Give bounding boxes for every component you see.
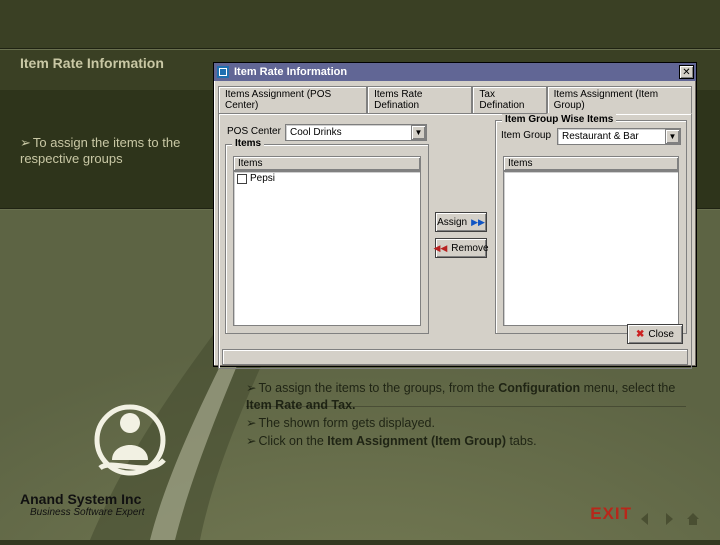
item-group-combo[interactable]: Restaurant & Bar ▼ — [557, 128, 681, 145]
item-rate-dialog: Item Rate Information ✕ Items Assignment… — [213, 62, 697, 367]
home-icon[interactable] — [684, 510, 702, 528]
remove-button[interactable]: ◀◀ Remove — [435, 238, 487, 258]
arrow-right-icon: ▶▶ — [471, 217, 485, 228]
item-group-label: Item Group — [501, 130, 551, 141]
chevron-down-icon: ▼ — [665, 129, 680, 144]
right-list-header[interactable]: Items — [503, 156, 679, 171]
left-list-header[interactable]: Items — [233, 156, 421, 171]
group-item-group-title: Item Group Wise Items — [502, 114, 616, 125]
next-slide-icon[interactable] — [660, 510, 678, 528]
group-items-title: Items — [232, 138, 264, 149]
close-icon[interactable]: ✕ — [679, 65, 694, 79]
arrow-left-icon: ◀◀ — [433, 243, 447, 254]
tab-strip: Items Assignment (POS Center) Items Rate… — [218, 85, 692, 113]
company-block: Anand System Inc Business Software Exper… — [20, 491, 145, 518]
tab-items-assignment-group[interactable]: Items Assignment (Item Group) — [547, 86, 692, 114]
assign-label: Assign — [437, 217, 467, 228]
tab-tax-defination[interactable]: Tax Defination — [472, 86, 546, 114]
checkbox-icon[interactable] — [237, 174, 247, 184]
dialog-titlebar[interactable]: Item Rate Information ✕ — [214, 63, 696, 81]
slide-title: Item Rate Information — [20, 55, 190, 73]
close-x-icon: ✖ — [636, 329, 644, 340]
close-label: Close — [648, 329, 674, 340]
assign-button[interactable]: Assign ▶▶ — [435, 212, 487, 232]
company-name: Anand System Inc — [20, 491, 145, 507]
dialog-title: Item Rate Information — [234, 66, 679, 78]
tab-body: Items POS Center Cool Drinks ▼ Items Pep… — [218, 113, 692, 369]
remove-label: Remove — [451, 243, 488, 254]
slide-bullet: To assign the items to the respective gr… — [20, 135, 195, 168]
close-button[interactable]: ✖ Close — [627, 324, 683, 344]
item-group-value: Restaurant & Bar — [558, 131, 665, 142]
pos-center-value: Cool Drinks — [286, 127, 411, 138]
right-list[interactable] — [503, 171, 679, 326]
prev-slide-icon[interactable] — [636, 510, 654, 528]
company-logo-icon — [90, 400, 170, 480]
status-bar — [222, 349, 688, 365]
list-item[interactable]: Pepsi — [234, 172, 420, 185]
pos-center-label: POS Center — [227, 126, 281, 137]
company-tagline: Business Software Expert — [30, 507, 145, 518]
tab-items-assignment-pos[interactable]: Items Assignment (POS Center) — [218, 86, 367, 114]
exit-button[interactable]: EXIT — [590, 504, 632, 524]
app-icon — [216, 65, 230, 79]
list-item-label: Pepsi — [250, 173, 275, 184]
pos-center-combo[interactable]: Cool Drinks ▼ — [285, 124, 427, 141]
slide-notes: To assign the items to the groups, from … — [246, 380, 686, 451]
left-list[interactable]: Pepsi — [233, 171, 421, 326]
tab-items-rate-defination[interactable]: Items Rate Defination — [367, 86, 472, 114]
chevron-down-icon: ▼ — [411, 125, 426, 140]
